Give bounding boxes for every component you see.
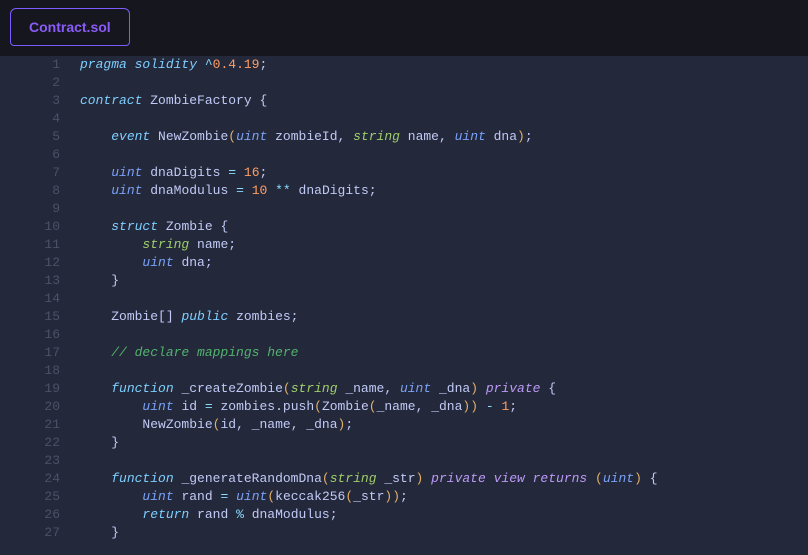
line-number: 4 xyxy=(0,110,72,128)
line-number: 7 xyxy=(0,164,72,182)
code-line[interactable]: 12 uint dna; xyxy=(0,254,808,272)
line-content xyxy=(72,200,808,218)
line-content: uint dnaDigits = 16; xyxy=(72,164,808,182)
code-line[interactable]: 25 uint rand = uint(keccak256(_str)); xyxy=(0,488,808,506)
code-line[interactable]: 4 xyxy=(0,110,808,128)
code-line[interactable]: 14 xyxy=(0,290,808,308)
code-line[interactable]: 7 uint dnaDigits = 16; xyxy=(0,164,808,182)
code-line[interactable]: 16 xyxy=(0,326,808,344)
code-line[interactable]: 27 } xyxy=(0,524,808,542)
line-content: Zombie[] public zombies; xyxy=(72,308,808,326)
code-body: 1pragma solidity ^0.4.19;23contract Zomb… xyxy=(0,56,808,542)
line-number: 14 xyxy=(0,290,72,308)
line-number: 9 xyxy=(0,200,72,218)
code-line[interactable]: 2 xyxy=(0,74,808,92)
line-content: NewZombie(id, _name, _dna); xyxy=(72,416,808,434)
code-editor[interactable]: 1pragma solidity ^0.4.19;23contract Zomb… xyxy=(0,56,808,555)
tab-bar: Contract.sol xyxy=(0,0,808,56)
line-content xyxy=(72,74,808,92)
line-content: } xyxy=(72,272,808,290)
code-line[interactable]: 1pragma solidity ^0.4.19; xyxy=(0,56,808,74)
line-content: pragma solidity ^0.4.19; xyxy=(72,56,808,74)
line-number: 5 xyxy=(0,128,72,146)
line-number: 12 xyxy=(0,254,72,272)
line-content xyxy=(72,362,808,380)
line-content: event NewZombie(uint zombieId, string na… xyxy=(72,128,808,146)
line-number: 8 xyxy=(0,182,72,200)
code-line[interactable]: 9 xyxy=(0,200,808,218)
code-line[interactable]: 23 xyxy=(0,452,808,470)
code-line[interactable]: 21 NewZombie(id, _name, _dna); xyxy=(0,416,808,434)
line-content: } xyxy=(72,524,808,542)
code-line[interactable]: 15 Zombie[] public zombies; xyxy=(0,308,808,326)
line-number: 19 xyxy=(0,380,72,398)
code-line[interactable]: 22 } xyxy=(0,434,808,452)
code-line[interactable]: 17 // declare mappings here xyxy=(0,344,808,362)
tab-label: Contract.sol xyxy=(29,19,111,35)
line-number: 11 xyxy=(0,236,72,254)
code-line[interactable]: 18 xyxy=(0,362,808,380)
line-number: 26 xyxy=(0,506,72,524)
line-content xyxy=(72,146,808,164)
code-line[interactable]: 10 struct Zombie { xyxy=(0,218,808,236)
code-line[interactable]: 6 xyxy=(0,146,808,164)
line-content: return rand % dnaModulus; xyxy=(72,506,808,524)
line-number: 24 xyxy=(0,470,72,488)
line-content: } xyxy=(72,434,808,452)
line-number: 18 xyxy=(0,362,72,380)
line-content xyxy=(72,290,808,308)
line-content: string name; xyxy=(72,236,808,254)
code-line[interactable]: 13 } xyxy=(0,272,808,290)
code-line[interactable]: 26 return rand % dnaModulus; xyxy=(0,506,808,524)
line-number: 15 xyxy=(0,308,72,326)
line-number: 21 xyxy=(0,416,72,434)
line-content: function _generateRandomDna(string _str)… xyxy=(72,470,808,488)
line-number: 27 xyxy=(0,524,72,542)
line-number: 3 xyxy=(0,92,72,110)
line-content xyxy=(72,110,808,128)
line-number: 16 xyxy=(0,326,72,344)
line-number: 2 xyxy=(0,74,72,92)
tab-contract-sol[interactable]: Contract.sol xyxy=(10,8,130,46)
code-line[interactable]: 8 uint dnaModulus = 10 ** dnaDigits; xyxy=(0,182,808,200)
line-number: 23 xyxy=(0,452,72,470)
line-number: 6 xyxy=(0,146,72,164)
code-line[interactable]: 3contract ZombieFactory { xyxy=(0,92,808,110)
code-line[interactable]: 19 function _createZombie(string _name, … xyxy=(0,380,808,398)
code-line[interactable]: 24 function _generateRandomDna(string _s… xyxy=(0,470,808,488)
line-content: contract ZombieFactory { xyxy=(72,92,808,110)
code-line[interactable]: 20 uint id = zombies.push(Zombie(_name, … xyxy=(0,398,808,416)
code-line[interactable]: 11 string name; xyxy=(0,236,808,254)
line-content: uint dna; xyxy=(72,254,808,272)
line-content: function _createZombie(string _name, uin… xyxy=(72,380,808,398)
line-content: struct Zombie { xyxy=(72,218,808,236)
line-number: 20 xyxy=(0,398,72,416)
line-content: // declare mappings here xyxy=(72,344,808,362)
line-number: 25 xyxy=(0,488,72,506)
line-content: uint dnaModulus = 10 ** dnaDigits; xyxy=(72,182,808,200)
line-content xyxy=(72,326,808,344)
line-content xyxy=(72,452,808,470)
line-number: 10 xyxy=(0,218,72,236)
line-number: 1 xyxy=(0,56,72,74)
line-content: uint id = zombies.push(Zombie(_name, _dn… xyxy=(72,398,808,416)
line-content: uint rand = uint(keccak256(_str)); xyxy=(72,488,808,506)
line-number: 17 xyxy=(0,344,72,362)
line-number: 22 xyxy=(0,434,72,452)
line-number: 13 xyxy=(0,272,72,290)
code-line[interactable]: 5 event NewZombie(uint zombieId, string … xyxy=(0,128,808,146)
